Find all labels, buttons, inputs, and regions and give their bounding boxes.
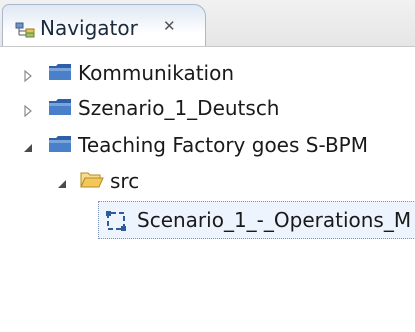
- project-folder-icon: [48, 62, 72, 82]
- tree-item-scenario-operations[interactable]: Scenario_1_-_Operations_M: [98, 201, 415, 239]
- open-folder-icon: [80, 170, 104, 190]
- tree-item-label: Szenario_1_Deutsch: [78, 96, 280, 120]
- tab-navigator[interactable]: Navigator ✕: [2, 4, 206, 46]
- collapse-arrow-icon[interactable]: [56, 175, 68, 188]
- tree-item-label: src: [110, 169, 140, 193]
- model-file-icon: [105, 210, 127, 232]
- tab-strip: Navigator ✕: [0, 0, 415, 47]
- project-folder-icon: [48, 97, 72, 117]
- navigator-view: Navigator ✕ Kommunikation Szenario_1_Deu…: [0, 0, 415, 332]
- tree-item-szenario-deutsch[interactable]: Szenario_1_Deutsch: [0, 93, 415, 123]
- expand-arrow-icon[interactable]: [22, 67, 34, 83]
- project-folder-icon: [48, 134, 72, 154]
- tree-item-teaching-factory[interactable]: Teaching Factory goes S-BPM: [0, 130, 415, 160]
- tree-item-kommunikation[interactable]: Kommunikation: [0, 58, 415, 88]
- navigator-icon: [15, 22, 37, 38]
- close-icon[interactable]: ✕: [163, 16, 176, 36]
- collapse-arrow-icon[interactable]: [22, 139, 34, 152]
- tree-item-label: Kommunikation: [78, 61, 235, 85]
- tree-item-src[interactable]: src: [0, 166, 415, 196]
- tab-title: Navigator: [40, 16, 138, 40]
- tree-item-label: Scenario_1_-_Operations_M: [137, 208, 412, 232]
- expand-arrow-icon[interactable]: [22, 102, 34, 118]
- tree-item-label: Teaching Factory goes S-BPM: [78, 133, 368, 157]
